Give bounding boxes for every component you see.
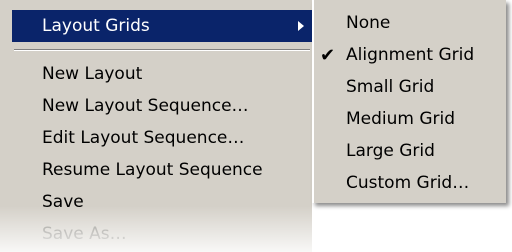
menu-item-save-as: Save As… bbox=[12, 218, 312, 250]
menu-item-label: Save As… bbox=[42, 224, 127, 244]
context-menu: Layout Grids New Layout New Layout Seque… bbox=[0, 0, 312, 252]
submenu-item-alignment-grid[interactable]: ✔ Alignment Grid bbox=[314, 40, 506, 71]
menu-item-label: Layout Grids bbox=[42, 16, 150, 36]
checkmark-icon: ✔ bbox=[320, 45, 336, 66]
menu-item-label: Resume Layout Sequence bbox=[42, 160, 263, 180]
submenu-item-label: Alignment Grid bbox=[346, 45, 475, 65]
submenu-item-medium-grid[interactable]: Medium Grid bbox=[314, 104, 506, 135]
submenu-item-small-grid[interactable]: Small Grid bbox=[314, 72, 506, 103]
layout-grids-submenu: None ✔ Alignment Grid Small Grid Medium … bbox=[312, 0, 506, 203]
submenu-item-label: None bbox=[346, 13, 391, 33]
submenu-arrow-icon bbox=[298, 21, 304, 31]
menu-item-label: Save bbox=[42, 192, 84, 212]
submenu-item-label: Small Grid bbox=[346, 77, 435, 97]
menu-separator bbox=[14, 49, 310, 51]
submenu-item-label: Custom Grid… bbox=[346, 173, 470, 193]
menu-item-new-layout-sequence[interactable]: New Layout Sequence… bbox=[12, 90, 312, 122]
menu-item-edit-layout-sequence[interactable]: Edit Layout Sequence… bbox=[12, 122, 312, 154]
submenu-item-custom-grid[interactable]: Custom Grid… bbox=[314, 168, 506, 199]
menu-item-resume-layout-sequence[interactable]: Resume Layout Sequence bbox=[12, 154, 312, 186]
menu-item-save[interactable]: Save bbox=[12, 186, 312, 218]
menu-item-label: Edit Layout Sequence… bbox=[42, 128, 245, 148]
menu-item-layout-grids[interactable]: Layout Grids bbox=[12, 10, 312, 42]
menu-item-new-layout[interactable]: New Layout bbox=[12, 58, 312, 90]
submenu-item-none[interactable]: None bbox=[314, 8, 506, 39]
submenu-item-label: Medium Grid bbox=[346, 109, 456, 129]
submenu-item-label: Large Grid bbox=[346, 141, 435, 161]
submenu-item-large-grid[interactable]: Large Grid bbox=[314, 136, 506, 167]
menu-item-label: New Layout bbox=[42, 64, 143, 84]
menu-item-label: New Layout Sequence… bbox=[42, 96, 249, 116]
